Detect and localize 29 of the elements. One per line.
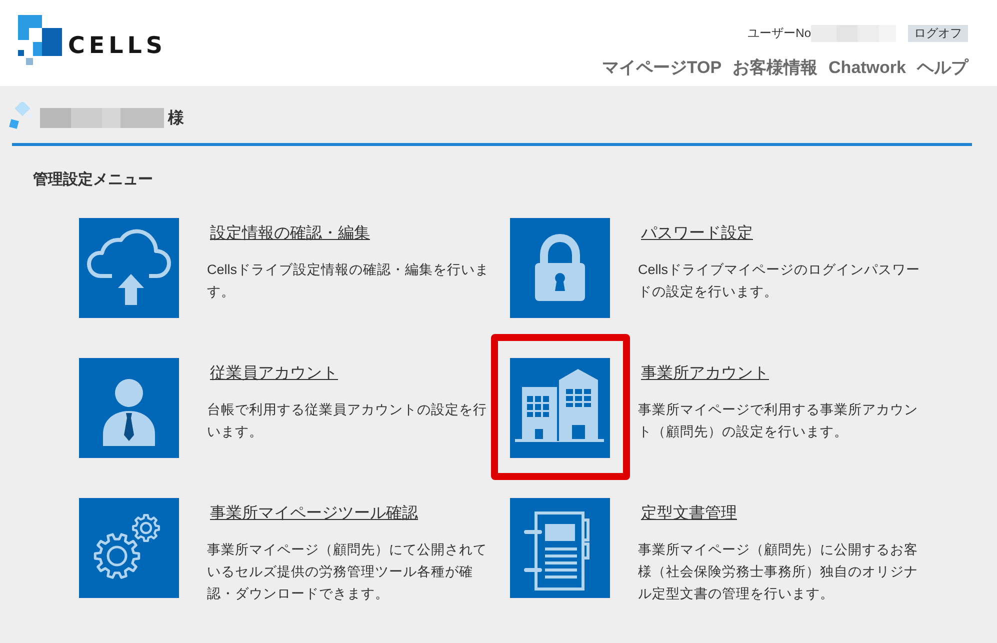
nav-link[interactable]: Chatwork bbox=[828, 57, 906, 79]
logoff-button[interactable]: ログオフ bbox=[908, 25, 968, 42]
menu-link[interactable]: 定型文書管理 bbox=[641, 502, 737, 526]
menu-description: Cellsドライブマイページのログインパスワードの設定を行います。 bbox=[638, 261, 920, 301]
gears-icon[interactable] bbox=[79, 498, 179, 598]
logo-icon bbox=[18, 15, 62, 65]
customer-honorific: 様 bbox=[168, 108, 184, 128]
menu-description: 事業所マイページ（顧問先）にて公開されているセルズ提供の労務管理ツール各種が確認・ダウンロードできます。 bbox=[207, 541, 488, 603]
menu-description: 台帳で利用する従業員アカウントの設定を行います。 bbox=[207, 401, 488, 441]
businessman-icon[interactable] bbox=[79, 358, 179, 458]
diamond-icon bbox=[8, 102, 32, 130]
nav-link[interactable]: ヘルプ bbox=[917, 57, 968, 79]
padlock-icon[interactable] bbox=[510, 218, 610, 318]
nav-link[interactable]: お客様情報 bbox=[732, 57, 818, 79]
office-buildings-icon[interactable] bbox=[510, 358, 610, 458]
menu-description: 事業所マイページで利用する事業所アカウント（顧問先）の設定を行います。 bbox=[638, 401, 919, 441]
menu-description: 事業所マイページ（顧問先）に公開するお客様（社会保険労務士事務所）独自のオリジナル定型文書の管理を行います。 bbox=[638, 541, 919, 603]
menu-link[interactable]: 設定情報の確認・編集 bbox=[210, 222, 370, 246]
menu-link[interactable]: 事業所アカウント bbox=[641, 362, 769, 386]
menu-link[interactable]: 事業所マイページツール確認 bbox=[210, 502, 418, 526]
menu-description: Cellsドライブ設定情報の確認・編集を行います。 bbox=[207, 261, 489, 301]
logo-wordmark: CELLS bbox=[68, 34, 166, 58]
nav-link[interactable]: マイページTOP bbox=[602, 57, 722, 79]
user-number-label: ユーザーNo bbox=[748, 25, 811, 42]
cloud-upload-icon[interactable] bbox=[79, 218, 179, 318]
menu-link[interactable]: 従業員アカウント bbox=[210, 362, 338, 386]
menu-link[interactable]: パスワード設定 bbox=[641, 222, 753, 246]
section-title: 管理設定メニュー bbox=[33, 170, 153, 190]
document-icon[interactable] bbox=[510, 498, 610, 598]
